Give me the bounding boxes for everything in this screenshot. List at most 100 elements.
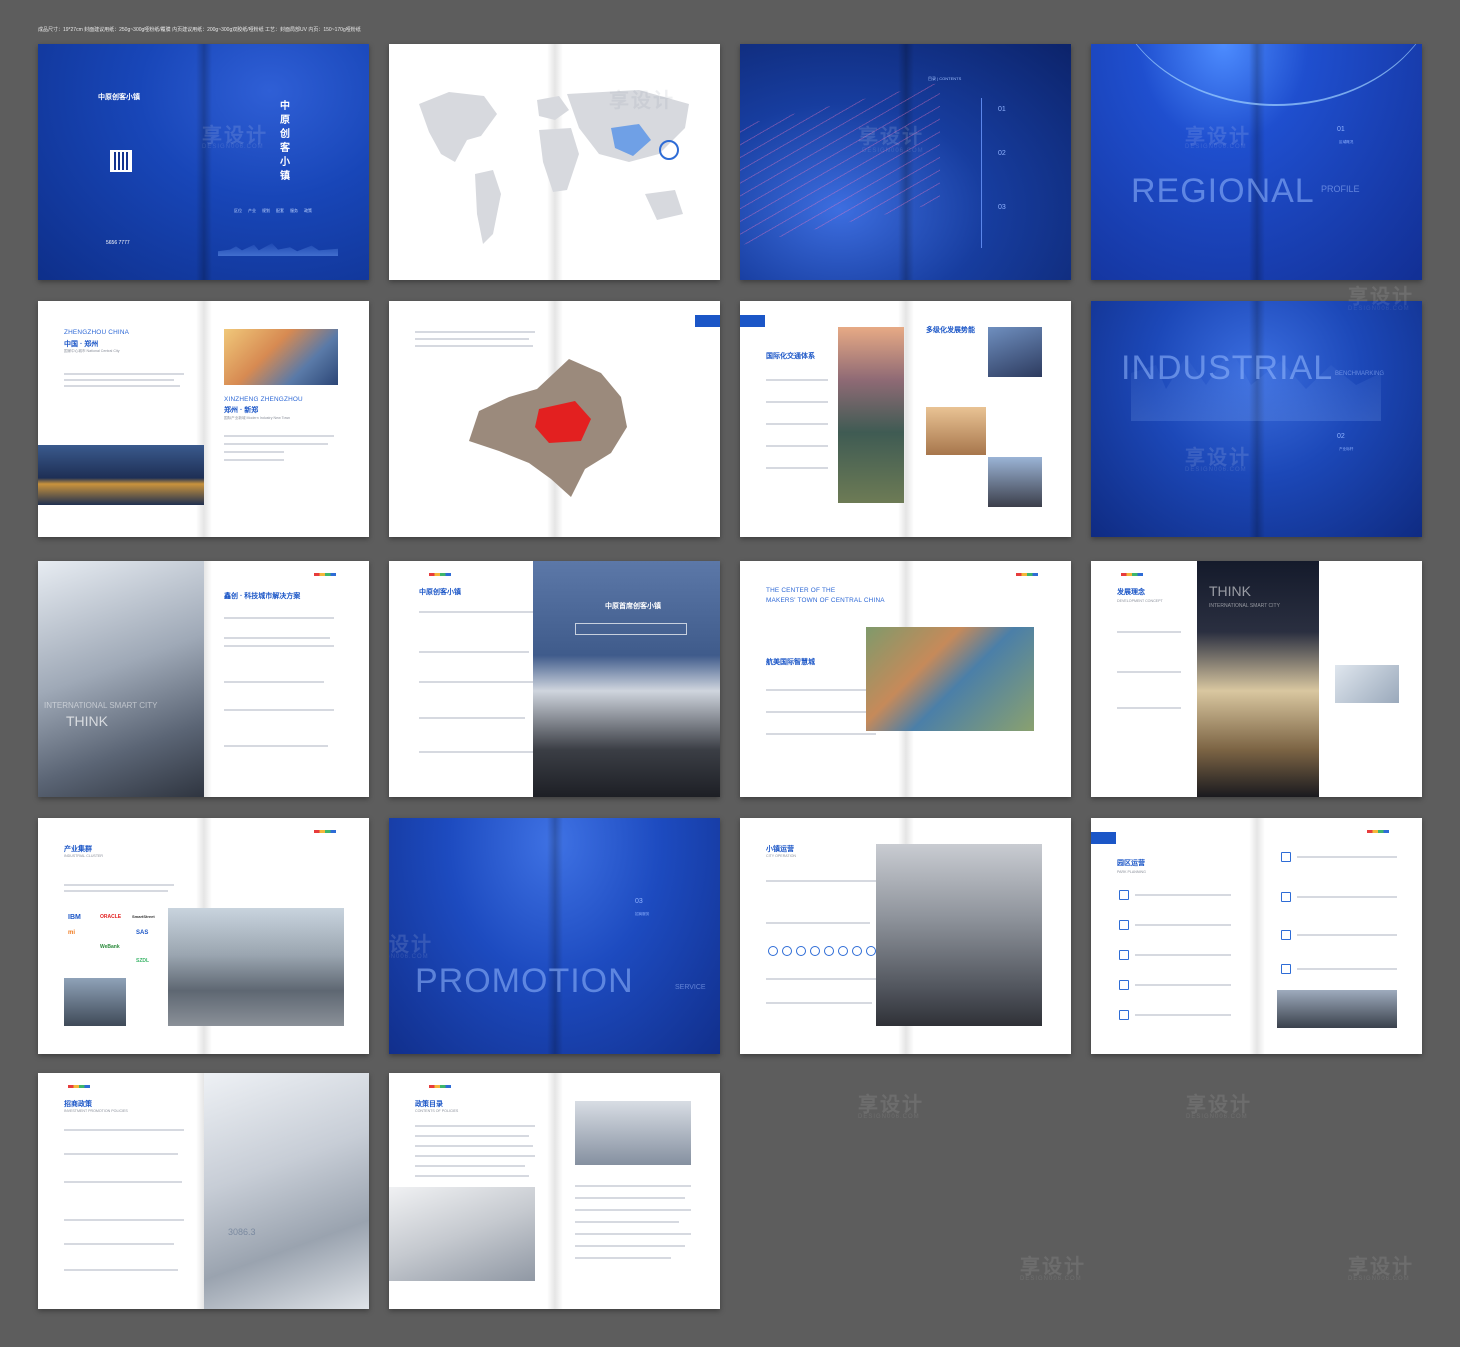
service-icon [824, 946, 834, 956]
color-dots [314, 573, 336, 576]
meeting-photo [575, 1101, 691, 1165]
spread-promotion[interactable]: PROMOTION SERVICE 03 招商服务 享设计 DESIGN006.… [389, 818, 720, 1054]
section-en-title: INDUSTRIAL [1121, 349, 1334, 387]
section-en-title: REGIONAL [1131, 172, 1315, 210]
text-line [766, 922, 870, 924]
color-tab [695, 315, 720, 327]
park-icon [1281, 892, 1291, 902]
text-line [415, 1125, 535, 1127]
watermark-site: DESIGN006.COM [389, 954, 429, 960]
text-line [575, 1221, 679, 1223]
page-title: 航美国际智慧城 [766, 659, 815, 666]
brand-logo: mi [68, 930, 76, 936]
page-subtitle: PARK PLANNING [1117, 870, 1146, 874]
text-line [766, 467, 828, 469]
watermark-site: DESIGN006.COM [1185, 144, 1247, 150]
think-label: THINK [66, 713, 108, 729]
text-line [64, 1269, 178, 1271]
text-line [575, 1257, 671, 1259]
cover-title: 中 原 创 客 小 镇 [279, 100, 291, 184]
text-line [224, 459, 284, 461]
brand-logo: ORACLE [100, 914, 122, 920]
section-en-sub: PROFILE [1321, 184, 1360, 194]
page-en-title: THE CENTER OF THE [766, 587, 836, 594]
spread-regional[interactable]: REGIONAL PROFILE 01 区域概况 享设计 DESIGN006.C… [1091, 44, 1422, 280]
spread-catalog[interactable]: 政策目录 CONTENTS OF POLICIES [389, 1073, 720, 1309]
spread-concept[interactable]: 发展理念 DEVELOPMENT CONCEPT THINK INTERNATI… [1091, 561, 1422, 797]
text-line [64, 1129, 184, 1131]
page-subtitle: INDUSTRIAL CLUSTER [64, 854, 104, 858]
office-building-photo [168, 908, 344, 1026]
fold [1248, 818, 1265, 1054]
spread-zhengzhou[interactable]: ZHENGZHOU CHINA 中国 · 郑州 国家中心城市 National … [38, 301, 369, 537]
text-line [575, 1197, 685, 1199]
watermark: 享设计 [1020, 1256, 1086, 1278]
park-icon [1281, 930, 1291, 940]
spread-solution[interactable]: THINK INTERNATIONAL SMART CITY 鑫创 · 科技城市… [38, 561, 369, 797]
menu-item: 服务 [290, 208, 298, 213]
spread-cluster[interactable]: 产业集群 INDUSTRIAL CLUSTER IBM ORACLE Smart… [38, 818, 369, 1054]
text-line [766, 423, 828, 425]
text-line [224, 709, 334, 711]
building-night-photo [533, 561, 720, 797]
spread-cover[interactable]: 中原创客小镇 5656 7777 中 原 创 客 小 镇 区位 产业 规划 配套… [38, 44, 369, 280]
text-line [64, 890, 168, 892]
watermark: 享设计 [1186, 1094, 1252, 1116]
text-line [1297, 968, 1397, 970]
spread-operation[interactable]: 小镇运营 CITY OPERATION [740, 818, 1071, 1054]
section-num: 01 [1337, 126, 1345, 133]
spread-transport[interactable]: 国际化交通体系 多级化发展势能 [740, 301, 1071, 537]
contents-rule [981, 98, 982, 248]
world-map [419, 90, 689, 244]
spread-district-map[interactable] [389, 301, 720, 537]
page-title: 中国 · 郑州 [64, 341, 99, 348]
page-title: 发展理念 [1117, 589, 1145, 596]
hospital-photo [926, 407, 986, 455]
watermark-site: DESIGN006.COM [1348, 306, 1410, 312]
contents-num: 01 [998, 106, 1006, 113]
service-icon [768, 946, 778, 956]
spread-policy[interactable]: 招商政策 INVESTMENT PROMOTION POLICIES 3086.… [38, 1073, 369, 1309]
text-line [224, 617, 334, 619]
spread-town[interactable]: 中原创客小镇 中原首席创客小镇 [389, 561, 720, 797]
menu-item: 规划 [262, 208, 270, 213]
night-city-photo [38, 445, 204, 505]
spread-world-map[interactable]: 享设计 [389, 44, 720, 280]
contents-num: 03 [998, 204, 1006, 211]
text-line [1297, 934, 1397, 936]
watermark: 享设计 [1348, 1256, 1414, 1278]
text-line [419, 717, 525, 719]
section-en-sub: SERVICE [675, 984, 706, 991]
park-icon [1119, 920, 1129, 930]
park-icon [1119, 1010, 1129, 1020]
text-line [64, 1243, 174, 1245]
contents-num: 02 [998, 150, 1006, 157]
color-dots [1121, 573, 1143, 576]
signing-photo [389, 1187, 535, 1281]
spread-contents[interactable]: 目录 | CONTENTS 01 02 03 享设计 DESIGN006.COM [740, 44, 1071, 280]
text-line [766, 978, 876, 980]
text-line [419, 681, 535, 683]
section-en-sub: BENCHMARKING [1335, 371, 1385, 377]
page-title: 政策目录 [415, 1101, 443, 1108]
graduates-photo [988, 457, 1042, 507]
spread-industrial[interactable]: INDUSTRIAL BENCHMARKING 02 产业标杆 享设计 DESI… [1091, 301, 1422, 537]
park-icon [1281, 852, 1291, 862]
fold [546, 818, 563, 1054]
page-subtitle: INVESTMENT PROMOTION POLICIES [64, 1109, 128, 1113]
architecture-photo [38, 561, 204, 797]
cover-logo: 中原创客小镇 [98, 94, 140, 101]
page-subtitle-2: 国际产业新城 Modern Industry New Town [224, 416, 291, 420]
title-char: 中 [280, 101, 290, 112]
small-building-photo [64, 978, 126, 1026]
service-icon [838, 946, 848, 956]
spread-park[interactable]: 园区运营 PARK PLANNING [1091, 818, 1422, 1054]
service-icon [866, 946, 876, 956]
text-line [575, 1185, 691, 1187]
page-title: 中原创客小镇 [419, 589, 461, 596]
text-line [766, 379, 828, 381]
spread-center[interactable]: THE CENTER OF THE MAKERS' TOWN OF CENTRA… [740, 561, 1071, 797]
watermark: 享设计 [858, 1094, 924, 1116]
service-icon [796, 946, 806, 956]
title-char: 小 [280, 157, 290, 168]
